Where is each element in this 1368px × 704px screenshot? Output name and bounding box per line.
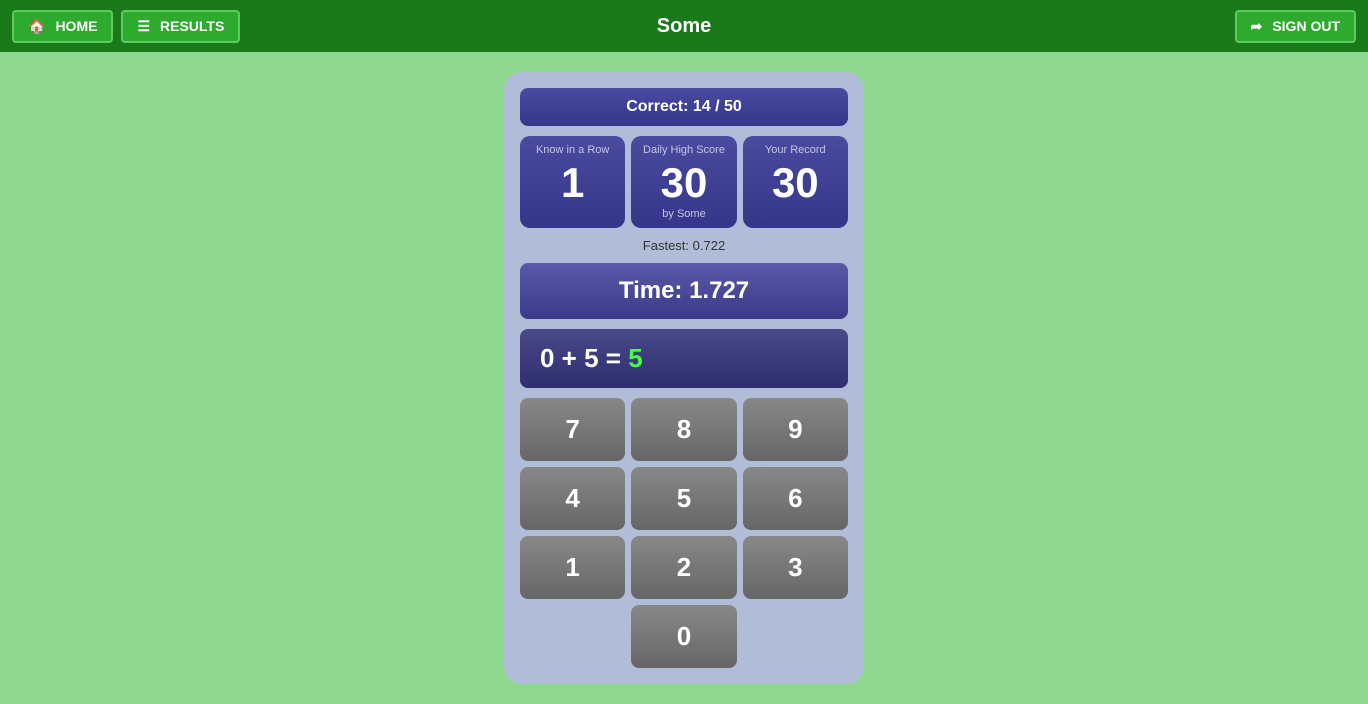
nav-left: HOME RESULTS [12, 10, 240, 43]
know-in-a-row-value: 1 [526, 160, 619, 206]
stats-row: Know in a Row 1 Daily High Score 30 by S… [520, 136, 848, 228]
equation-bar: 0 + 5 = 5 [520, 329, 848, 388]
numpad-row-1: 7 8 9 [520, 398, 848, 461]
correct-bar: Correct: 14 / 50 [520, 88, 848, 126]
num-button-0[interactable]: 0 [631, 605, 737, 668]
daily-high-score-value: 30 [637, 160, 730, 206]
num-button-1[interactable]: 1 [520, 536, 625, 599]
num-button-3[interactable]: 3 [743, 536, 848, 599]
correct-text: Correct: 14 / 50 [626, 98, 742, 115]
num-button-7[interactable]: 7 [520, 398, 625, 461]
fastest-text: Fastest: 0.722 [520, 238, 848, 253]
daily-high-score-sub: by Some [637, 208, 730, 220]
your-record-label: Your Record [749, 144, 842, 156]
your-record-box: Your Record 30 [743, 136, 848, 228]
home-icon [28, 18, 49, 35]
daily-high-score-box: Daily High Score 30 by Some [631, 136, 736, 228]
page-title: Some [657, 15, 711, 38]
know-in-a-row-label: Know in a Row [526, 144, 619, 156]
results-button[interactable]: RESULTS [121, 10, 240, 43]
daily-high-score-label: Daily High Score [637, 144, 730, 156]
num-button-4[interactable]: 4 [520, 467, 625, 530]
numpad-row-2: 4 5 6 [520, 467, 848, 530]
num-button-9[interactable]: 9 [743, 398, 848, 461]
sign-out-label: SIGN OUT [1272, 18, 1340, 34]
game-card: Correct: 14 / 50 Know in a Row 1 Daily H… [504, 72, 864, 684]
num-button-5[interactable]: 5 [631, 467, 736, 530]
results-icon [137, 18, 154, 35]
your-record-value: 30 [749, 160, 842, 206]
numpad: 7 8 9 4 5 6 1 2 3 0 [520, 398, 848, 668]
signout-icon [1251, 18, 1267, 35]
num-button-2[interactable]: 2 [631, 536, 736, 599]
equation-text: 0 + 5 = [540, 343, 628, 373]
know-in-a-row-box: Know in a Row 1 [520, 136, 625, 228]
home-button[interactable]: HOME [12, 10, 113, 43]
main-content: Correct: 14 / 50 Know in a Row 1 Daily H… [0, 52, 1368, 704]
navbar: HOME RESULTS Some SIGN OUT [0, 0, 1368, 52]
home-label: HOME [55, 18, 97, 34]
num-button-6[interactable]: 6 [743, 467, 848, 530]
numpad-row-4: 0 [520, 605, 848, 668]
nav-right: SIGN OUT [1235, 10, 1356, 43]
results-label: RESULTS [160, 18, 224, 34]
time-bar: Time: 1.727 [520, 263, 848, 319]
numpad-row-3: 1 2 3 [520, 536, 848, 599]
num-button-8[interactable]: 8 [631, 398, 736, 461]
sign-out-button[interactable]: SIGN OUT [1235, 10, 1356, 43]
answer-text: 5 [628, 343, 642, 373]
